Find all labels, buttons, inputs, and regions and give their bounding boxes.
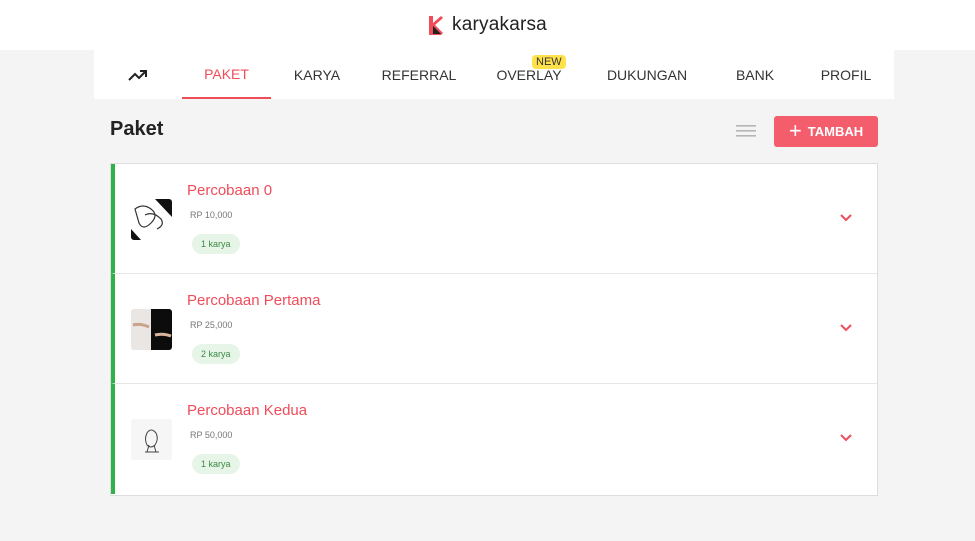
tab-dukungan-label: DUKUNGAN xyxy=(606,66,688,83)
chevron-down-icon[interactable] xyxy=(839,213,853,223)
tab-profil-label: PROFIL xyxy=(820,66,872,83)
brand[interactable]: karyakarsa xyxy=(428,14,547,36)
chevron-down-icon[interactable] xyxy=(839,433,853,443)
list-view-icon[interactable] xyxy=(736,124,756,138)
tab-stats[interactable] xyxy=(122,50,154,99)
page-title: Paket xyxy=(110,118,164,140)
tab-dukungan[interactable]: DUKUNGAN xyxy=(599,50,695,99)
tab-karya[interactable]: KARYA xyxy=(282,50,352,99)
trending-up-icon xyxy=(128,69,147,81)
tab-karya-label: KARYA xyxy=(293,66,341,83)
package-name[interactable]: Percobaan Pertama xyxy=(187,292,320,309)
tab-paket-label: PAKET xyxy=(204,65,249,82)
package-count-badge: 1 karya xyxy=(192,454,240,474)
package-price: RP 25,000 xyxy=(190,320,233,330)
add-package-button[interactable]: + TAMBAH xyxy=(774,116,878,147)
package-thumbnail xyxy=(131,199,172,240)
package-name[interactable]: Percobaan 0 xyxy=(187,182,272,199)
tab-bar: PAKET KARYA REFERRAL OVERLAY NEW DUKUNGA… xyxy=(94,50,894,99)
new-badge: NEW xyxy=(532,55,566,69)
package-name[interactable]: Percobaan Kedua xyxy=(187,402,307,419)
add-button-label: TAMBAH xyxy=(807,124,864,139)
karyakarsa-logo-icon xyxy=(429,16,444,35)
package-list: Percobaan 0 RP 10,000 1 karya Percobaan … xyxy=(110,163,878,496)
chevron-down-icon[interactable] xyxy=(839,323,853,333)
package-count-badge: 2 karya xyxy=(192,344,240,364)
package-count-badge: 1 karya xyxy=(192,234,240,254)
tab-bank-label: BANK xyxy=(735,66,775,83)
package-price: RP 10,000 xyxy=(190,210,233,220)
tab-paket[interactable]: PAKET xyxy=(182,50,271,99)
tab-referral-label: REFERRAL xyxy=(381,66,457,83)
package-thumbnail xyxy=(131,419,172,460)
tab-profil[interactable]: PROFIL xyxy=(814,50,878,99)
plus-icon: + xyxy=(788,117,802,143)
tab-bank[interactable]: BANK xyxy=(726,50,784,99)
brand-name: karyakarsa xyxy=(452,14,547,35)
package-thumbnail xyxy=(131,309,172,350)
package-price: RP 50,000 xyxy=(190,430,233,440)
tab-referral[interactable]: REFERRAL xyxy=(376,50,462,99)
package-item[interactable]: Percobaan Pertama RP 25,000 2 karya xyxy=(111,274,877,384)
top-header: karyakarsa xyxy=(0,0,975,50)
package-item[interactable]: Percobaan 0 RP 10,000 1 karya xyxy=(111,164,877,274)
package-item[interactable]: Percobaan Kedua RP 50,000 1 karya xyxy=(111,384,877,494)
